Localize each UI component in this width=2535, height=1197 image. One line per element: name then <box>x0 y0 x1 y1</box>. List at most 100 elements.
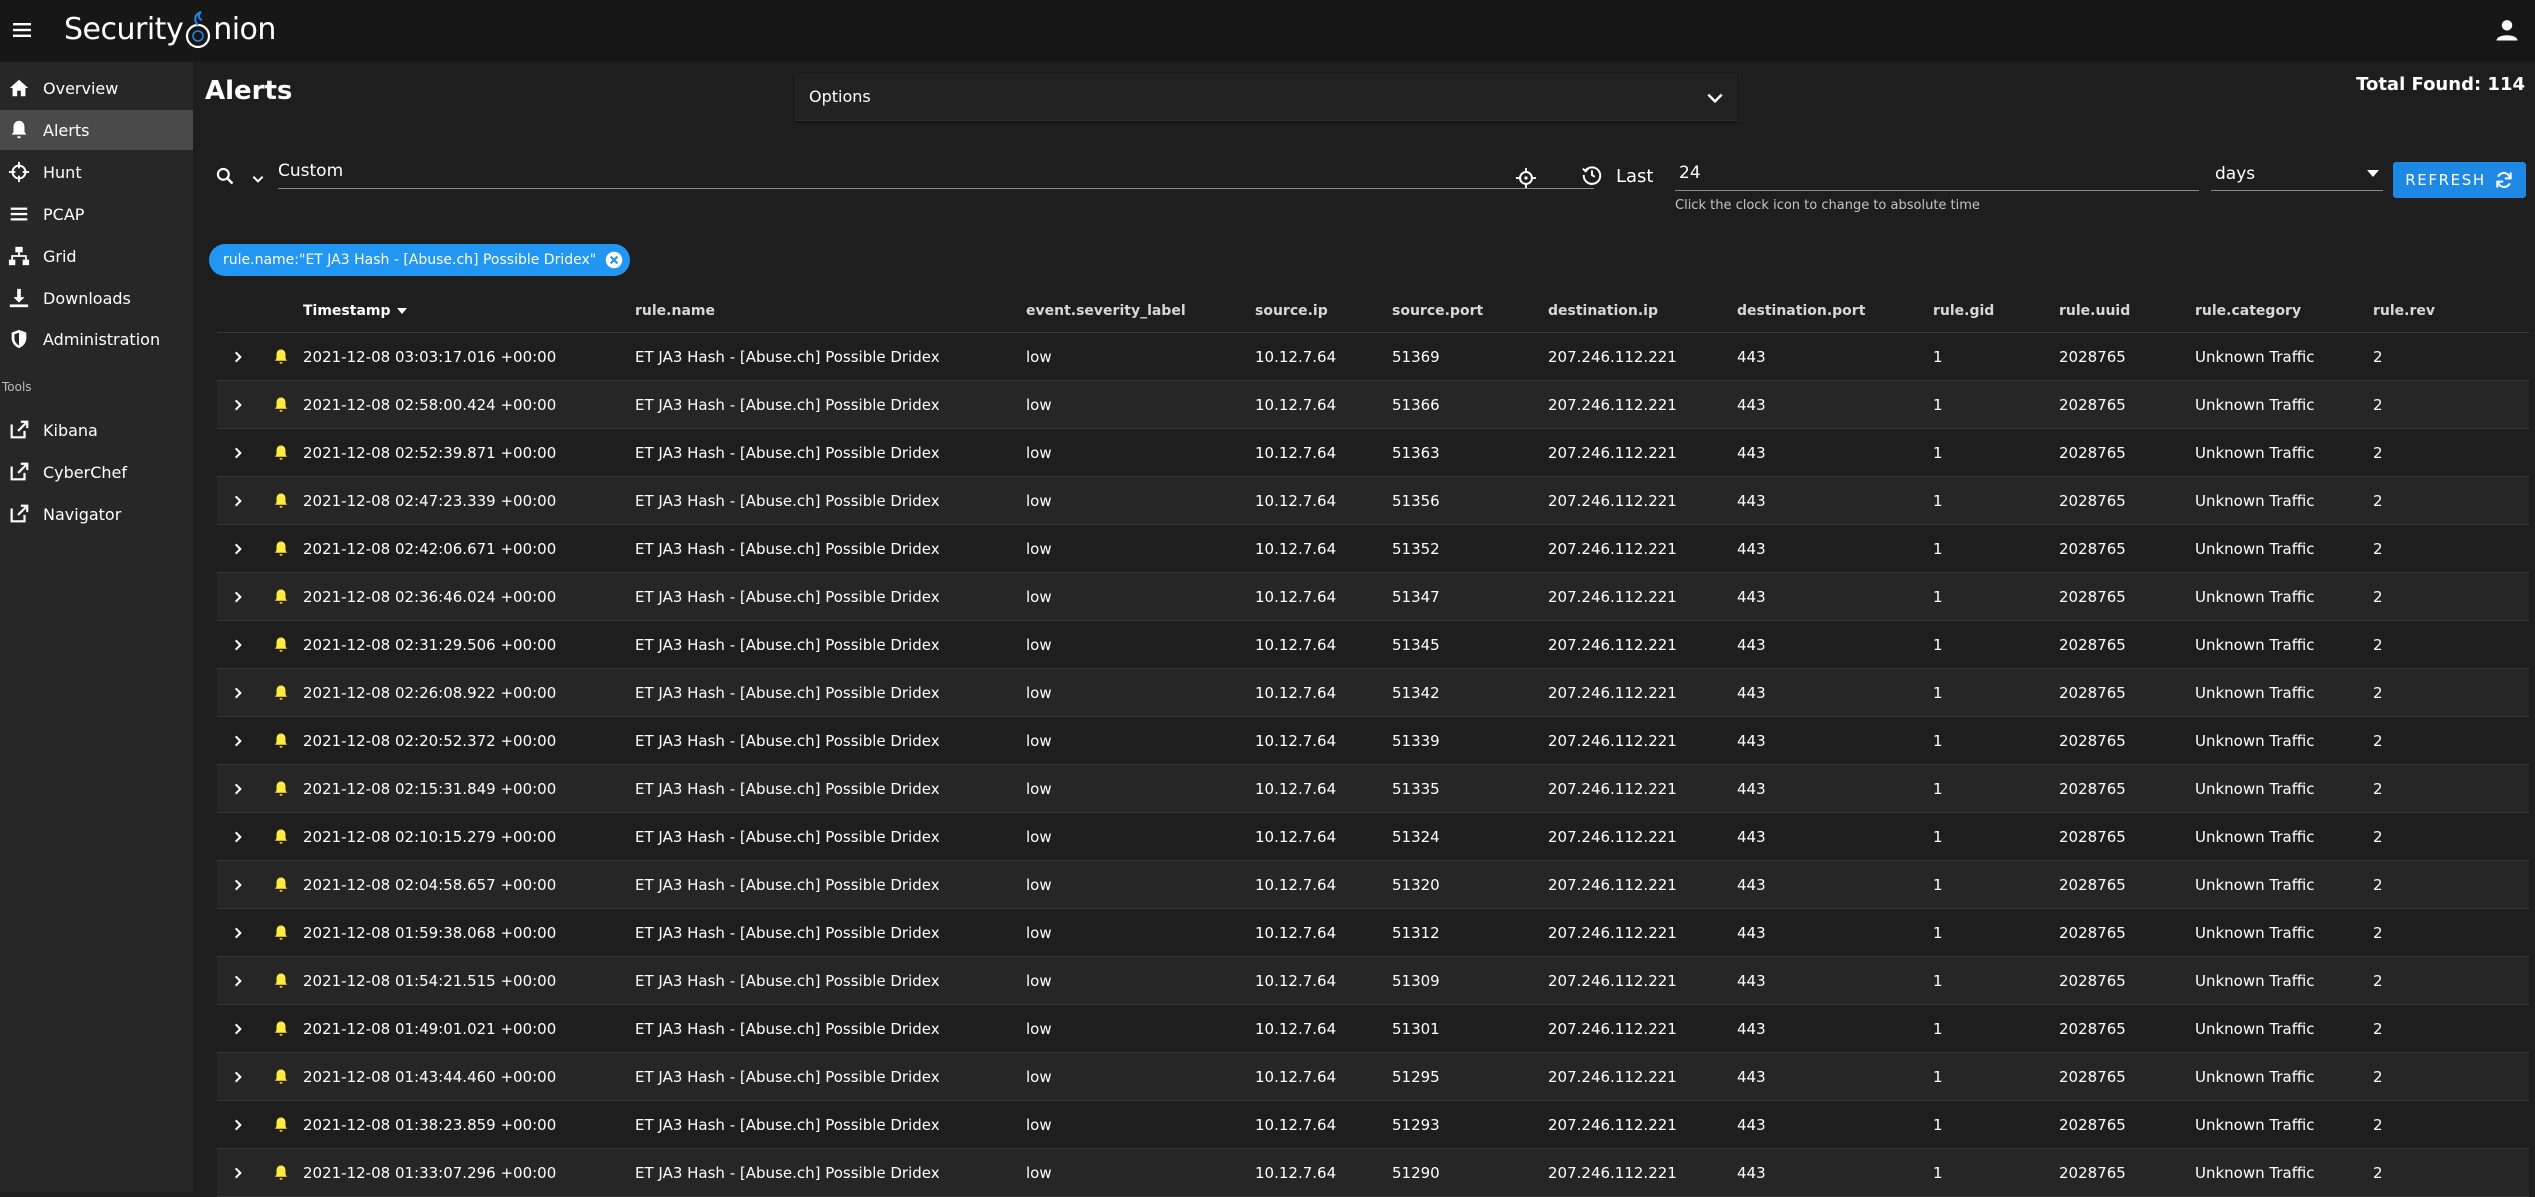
relative-time-input[interactable] <box>1675 156 2199 191</box>
table-row[interactable]: 2021-12-08 02:15:31.849 +00:00 ET JA3 Has… <box>217 764 2529 813</box>
column-header-rule-category[interactable]: rule.category <box>2195 290 2373 333</box>
expand-cell <box>217 572 259 621</box>
hamburger-menu-icon[interactable] <box>10 18 34 42</box>
chevron-right-icon[interactable] <box>231 1070 245 1084</box>
table-row[interactable]: 2021-12-08 01:54:21.515 +00:00 ET JA3 Has… <box>217 956 2529 1005</box>
chevron-right-icon[interactable] <box>231 446 245 460</box>
chevron-right-icon[interactable] <box>231 542 245 556</box>
rule-rev-cell: 2 <box>2373 1052 2529 1101</box>
rule-category-cell: Unknown Traffic <box>2195 716 2373 765</box>
source-ip-cell: 10.12.7.64 <box>1255 1052 1392 1101</box>
chevron-right-icon[interactable] <box>231 734 245 748</box>
sidebar-item-kibana[interactable]: Kibana <box>0 410 193 450</box>
bell-icon <box>275 829 287 844</box>
table-row[interactable]: 2021-12-08 02:36:46.024 +00:00 ET JA3 Has… <box>217 572 2529 621</box>
source-port-cell: 51339 <box>1392 716 1548 765</box>
destination-port-cell: 443 <box>1737 908 1933 957</box>
close-circle-icon[interactable] <box>605 251 623 269</box>
options-expander[interactable]: Options <box>795 74 1737 121</box>
sidebar-item-hunt[interactable]: Hunt <box>0 152 193 192</box>
column-header-destination-port[interactable]: destination.port <box>1737 290 1933 333</box>
last-label: Last <box>1616 166 1654 187</box>
table-row[interactable]: 2021-12-08 02:47:23.339 +00:00 ET JA3 Has… <box>217 476 2529 525</box>
expand-cell <box>217 716 259 765</box>
refresh-button[interactable]: REFRESH <box>2393 162 2526 198</box>
time-unit-select[interactable]: days <box>2211 156 2383 191</box>
sidebar-item-administration[interactable]: Administration <box>0 319 193 359</box>
rule-gid-cell: 1 <box>1933 956 2059 1005</box>
chevron-right-icon[interactable] <box>231 350 245 364</box>
chevron-right-icon[interactable] <box>231 398 245 412</box>
source-ip-cell: 10.12.7.64 <box>1255 332 1392 381</box>
column-header-severity[interactable]: event.severity_label <box>1026 290 1255 333</box>
rule-name-cell: ET JA3 Hash - [Abuse.ch] Possible Dridex <box>635 476 1026 525</box>
rule-gid-cell: 1 <box>1933 716 2059 765</box>
table-row[interactable]: 2021-12-08 01:43:44.460 +00:00 ET JA3 Has… <box>217 1052 2529 1101</box>
sidebar-item-navigator[interactable]: Navigator <box>0 494 193 534</box>
filter-chip[interactable]: rule.name:"ET JA3 Hash - [Abuse.ch] Poss… <box>209 244 631 276</box>
chevron-right-icon[interactable] <box>231 830 245 844</box>
sort-descending-icon <box>396 308 407 314</box>
column-header-rule-uuid[interactable]: rule.uuid <box>2059 290 2195 333</box>
sidebar-item-overview[interactable]: Overview <box>0 68 193 108</box>
chevron-right-icon[interactable] <box>231 1022 245 1036</box>
table-row[interactable]: 2021-12-08 02:20:52.372 +00:00 ET JA3 Has… <box>217 716 2529 765</box>
column-header-source-ip[interactable]: source.ip <box>1255 290 1392 333</box>
chevron-right-icon[interactable] <box>231 926 245 940</box>
icon-column-header <box>259 290 303 333</box>
table-row[interactable]: 2021-12-08 02:26:08.922 +00:00 ET JA3 Has… <box>217 668 2529 717</box>
table-row[interactable]: 2021-12-08 02:58:00.424 +00:00 ET JA3 Has… <box>217 380 2529 429</box>
crosshairs-icon[interactable] <box>1515 167 1537 189</box>
table-row[interactable]: 2021-12-08 01:38:23.859 +00:00 ET JA3 Has… <box>217 1100 2529 1149</box>
rule-gid-cell: 1 <box>1933 1052 2059 1101</box>
table-row[interactable]: 2021-12-08 02:52:39.871 +00:00 ET JA3 Has… <box>217 428 2529 477</box>
timestamp-cell: 2021-12-08 03:03:17.016 +00:00 <box>303 332 635 381</box>
chevron-right-icon[interactable] <box>231 782 245 796</box>
chevron-right-icon[interactable] <box>231 686 245 700</box>
chevron-right-icon[interactable] <box>231 494 245 508</box>
bell-cell <box>259 620 303 669</box>
table-row[interactable]: 2021-12-08 03:03:17.016 +00:00 ET JA3 Has… <box>217 332 2529 381</box>
chevron-down-icon[interactable] <box>251 172 265 186</box>
sidebar-item-grid[interactable]: Grid <box>0 236 193 276</box>
sidebar-item-cyberchef[interactable]: CyberChef <box>0 452 193 492</box>
chevron-right-icon[interactable] <box>231 974 245 988</box>
table-row[interactable]: 2021-12-08 02:10:15.279 +00:00 ET JA3 Has… <box>217 812 2529 861</box>
security-onion-logo[interactable]: Security nion <box>64 10 276 50</box>
sidebar-item-downloads[interactable]: Downloads <box>0 278 193 318</box>
sidebar-item-alerts[interactable]: Alerts <box>0 110 193 150</box>
column-header-source-port[interactable]: source.port <box>1392 290 1548 333</box>
rule-rev-cell: 2 <box>2373 860 2529 909</box>
user-account-icon[interactable] <box>2493 16 2521 44</box>
table-row[interactable]: 2021-12-08 01:59:38.068 +00:00 ET JA3 Has… <box>217 908 2529 957</box>
rule-gid-cell: 1 <box>1933 812 2059 861</box>
query-input[interactable] <box>278 154 1594 189</box>
chevron-right-icon[interactable] <box>231 638 245 652</box>
caret-down-icon <box>2367 170 2379 177</box>
chevron-right-icon[interactable] <box>231 878 245 892</box>
column-header-timestamp[interactable]: Timestamp <box>303 290 635 333</box>
column-header-rule-name[interactable]: rule.name <box>635 290 1026 333</box>
severity-cell: low <box>1026 1052 1255 1101</box>
chevron-right-icon[interactable] <box>231 590 245 604</box>
destination-port-cell: 443 <box>1737 428 1933 477</box>
rule-uuid-cell: 2028765 <box>2059 1052 2195 1101</box>
table-row[interactable]: 2021-12-08 02:31:29.506 +00:00 ET JA3 Has… <box>217 620 2529 669</box>
bell-cell <box>259 1052 303 1101</box>
table-row[interactable]: 2021-12-08 01:33:07.296 +00:00 ET JA3 Has… <box>217 1148 2529 1197</box>
chevron-right-icon[interactable] <box>231 1166 245 1180</box>
column-header-destination-ip[interactable]: destination.ip <box>1548 290 1737 333</box>
table-row[interactable]: 2021-12-08 01:49:01.021 +00:00 ET JA3 Has… <box>217 1004 2529 1053</box>
history-clock-icon[interactable] <box>1581 164 1603 186</box>
severity-cell: low <box>1026 956 1255 1005</box>
table-row[interactable]: 2021-12-08 02:42:06.671 +00:00 ET JA3 Has… <box>217 524 2529 573</box>
chevron-right-icon[interactable] <box>231 1118 245 1132</box>
source-port-cell: 51324 <box>1392 812 1548 861</box>
table-row[interactable]: 2021-12-08 02:04:58.657 +00:00 ET JA3 Has… <box>217 860 2529 909</box>
column-header-rule-rev[interactable]: rule.rev <box>2373 290 2529 333</box>
sidebar-item-pcap[interactable]: PCAP <box>0 194 193 234</box>
rule-uuid-cell: 2028765 <box>2059 476 2195 525</box>
column-header-label: rule.uuid <box>2059 303 2131 319</box>
column-header-rule-gid[interactable]: rule.gid <box>1933 290 2059 333</box>
rule-uuid-cell: 2028765 <box>2059 620 2195 669</box>
